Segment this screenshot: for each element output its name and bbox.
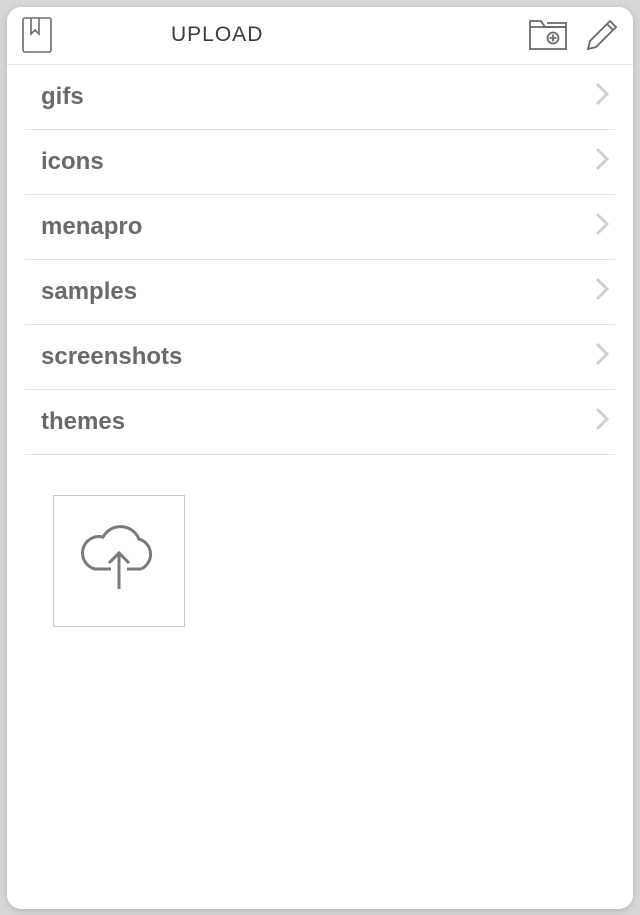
folder-list: gifs icons menapro samples screenshots <box>7 65 633 455</box>
folder-item-screenshots[interactable]: screenshots <box>25 325 615 390</box>
chevron-right-icon <box>593 80 611 113</box>
cloud-upload-icon <box>75 519 163 602</box>
header-right <box>527 17 619 53</box>
chevron-right-icon <box>593 275 611 308</box>
folder-item-icons[interactable]: icons <box>25 130 615 195</box>
folder-label: themes <box>41 408 125 436</box>
folder-label: menapro <box>41 213 142 241</box>
chevron-right-icon <box>593 210 611 243</box>
bookmark-icon[interactable] <box>21 16 53 54</box>
panel-header: UPLOAD <box>7 7 633 65</box>
folder-label: samples <box>41 278 137 306</box>
pencil-icon[interactable] <box>585 18 619 52</box>
page-title: UPLOAD <box>71 23 527 47</box>
new-folder-icon[interactable] <box>527 17 569 53</box>
chevron-right-icon <box>593 340 611 373</box>
folder-label: icons <box>41 148 104 176</box>
folder-item-samples[interactable]: samples <box>25 260 615 325</box>
folder-item-themes[interactable]: themes <box>25 390 615 455</box>
chevron-right-icon <box>593 405 611 438</box>
upload-button[interactable] <box>53 495 185 627</box>
folder-item-menapro[interactable]: menapro <box>25 195 615 260</box>
upload-panel: UPLOAD gifs <box>7 7 633 909</box>
folder-item-gifs[interactable]: gifs <box>25 65 615 130</box>
folder-label: gifs <box>41 83 84 111</box>
chevron-right-icon <box>593 145 611 178</box>
folder-label: screenshots <box>41 343 182 371</box>
upload-area <box>7 455 633 627</box>
header-left <box>21 16 71 54</box>
